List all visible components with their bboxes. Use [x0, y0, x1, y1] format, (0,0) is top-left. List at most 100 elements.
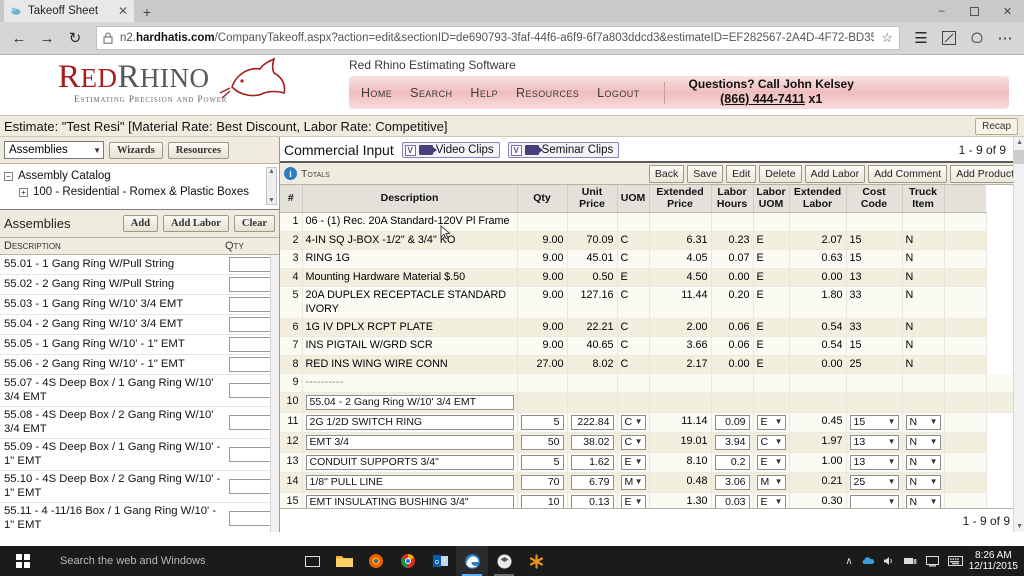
- nav-item-help[interactable]: Help: [470, 86, 498, 100]
- minimize-icon[interactable]: –: [925, 0, 958, 22]
- network-icon[interactable]: [904, 556, 917, 567]
- tree-node-residential[interactable]: + 100 - Residential - Romex & Plastic Bo…: [4, 184, 279, 200]
- table-row[interactable]: 7INS PIGTAIL W/GRD SCR9.0040.65C3.660.06…: [280, 337, 1024, 355]
- assembly-list-item[interactable]: 55.03 - 1 Gang Ring W/10' 3/4 EMT: [0, 295, 279, 315]
- text-input[interactable]: 0.2: [715, 455, 750, 470]
- share-icon[interactable]: [964, 25, 990, 51]
- table-row[interactable]: 9----------: [280, 374, 1024, 393]
- table-row[interactable]: 106 - (1) Rec. 20A Standard-120V Pl Fram…: [280, 213, 1024, 231]
- text-input[interactable]: 0.13: [571, 495, 614, 508]
- back-button[interactable]: Back: [649, 165, 684, 183]
- back-icon[interactable]: ←: [6, 25, 32, 51]
- table-row[interactable]: 1055.04 - 2 Gang Ring W/10' 3/4 EMT: [280, 392, 1024, 412]
- action-center-icon[interactable]: [926, 556, 939, 567]
- text-input[interactable]: 5: [521, 415, 564, 430]
- assembly-qty-input[interactable]: [229, 277, 271, 292]
- table-row[interactable]: 15EMT INSULATING BUSHING 3/4"100.13E▼1.3…: [280, 492, 1024, 508]
- task-view-icon[interactable]: [296, 546, 328, 576]
- delete-button[interactable]: Delete: [759, 165, 801, 183]
- resources-button[interactable]: Resources: [168, 142, 229, 159]
- dropdown-select[interactable]: N▼: [906, 415, 941, 430]
- assembly-list-item[interactable]: 55.02 - 2 Gang Ring W/Pull String: [0, 275, 279, 295]
- assembly-qty-input[interactable]: [229, 511, 271, 526]
- keyboard-icon[interactable]: [948, 556, 963, 566]
- add-comment-button[interactable]: Add Comment: [868, 165, 947, 183]
- close-window-icon[interactable]: ✕: [991, 0, 1024, 22]
- dropdown-select[interactable]: N▼: [906, 495, 941, 508]
- address-bar[interactable]: n2.hardhatis.com/CompanyTakeoff.aspx?act…: [96, 26, 900, 50]
- tree-scrollbar[interactable]: ▲ ▼: [266, 167, 277, 205]
- assemblies-scrollbar[interactable]: [270, 255, 279, 532]
- assembly-list-item[interactable]: 55.04 - 2 Gang Ring W/10' 3/4 EMT: [0, 315, 279, 335]
- text-input[interactable]: 70: [521, 475, 564, 490]
- show-hidden-icons[interactable]: ∧: [845, 556, 852, 567]
- text-input[interactable]: 2G 1/2D SWITCH RING: [306, 415, 514, 430]
- dropdown-select[interactable]: M▼: [757, 475, 786, 490]
- assembly-qty-input[interactable]: [229, 317, 271, 332]
- table-row[interactable]: 4Mounting Hardware Material $.509.000.50…: [280, 268, 1024, 286]
- reading-list-icon[interactable]: ☰: [908, 25, 934, 51]
- collapse-icon[interactable]: −: [4, 172, 13, 181]
- dropdown-select[interactable]: 25▼: [850, 475, 899, 490]
- dropdown-select[interactable]: N▼: [906, 475, 941, 490]
- scrollbar-thumb[interactable]: [1013, 150, 1024, 164]
- text-input[interactable]: 222.84: [571, 415, 614, 430]
- dropdown-select[interactable]: N▼: [906, 455, 941, 470]
- favorite-star-icon[interactable]: ☆: [881, 30, 893, 46]
- add-labor-button[interactable]: Add Labor: [163, 215, 229, 232]
- forward-icon[interactable]: →: [34, 25, 60, 51]
- expand-icon[interactable]: +: [19, 188, 28, 197]
- text-input[interactable]: 0.03: [715, 495, 750, 508]
- dropdown-select[interactable]: C▼: [621, 415, 646, 430]
- assembly-qty-input[interactable]: [229, 447, 271, 462]
- dropdown-select[interactable]: M▼: [621, 475, 646, 490]
- dropbox-icon[interactable]: [488, 546, 520, 576]
- assembly-qty-input[interactable]: [229, 479, 271, 494]
- volume-icon[interactable]: [883, 555, 895, 567]
- text-input[interactable]: EMT 3/4: [306, 435, 514, 450]
- text-input[interactable]: 0.09: [715, 415, 750, 430]
- web-note-icon[interactable]: [936, 25, 962, 51]
- contact-phone[interactable]: (866) 444-7411 x1: [689, 92, 854, 108]
- table-row[interactable]: 112G 1/2D SWITCH RING5222.84C▼11.140.09E…: [280, 412, 1024, 432]
- reload-icon[interactable]: ↻: [62, 25, 88, 51]
- dropdown-select[interactable]: 13▼: [850, 455, 899, 470]
- table-row[interactable]: 13CONDUIT SUPPORTS 3/4"51.62E▼8.100.2E▼1…: [280, 452, 1024, 472]
- seminar-clips-button[interactable]: V Seminar Clips: [508, 142, 620, 158]
- onedrive-icon[interactable]: [862, 555, 874, 567]
- info-icon[interactable]: i: [284, 167, 297, 180]
- app-icon[interactable]: [520, 546, 552, 576]
- assembly-list-item[interactable]: 55.09 - 4S Deep Box / 1 Gang Ring W/10' …: [0, 439, 279, 471]
- assembly-list-item[interactable]: 55.08 - 4S Deep Box / 2 Gang Ring W/10' …: [0, 407, 279, 439]
- text-input[interactable]: 3.94: [715, 435, 750, 450]
- table-row[interactable]: 3RING 1G9.0045.01C4.050.07E0.6315N: [280, 250, 1024, 268]
- table-row[interactable]: 61G IV DPLX RCPT PLATE9.0022.21C2.000.06…: [280, 319, 1024, 337]
- nav-item-logout[interactable]: Logout: [597, 86, 639, 100]
- text-input[interactable]: 1.62: [571, 455, 614, 470]
- video-clips-button[interactable]: V Video Clips: [402, 142, 500, 158]
- assembly-header-input[interactable]: 55.04 - 2 Gang Ring W/10' 3/4 EMT: [306, 395, 514, 410]
- text-input[interactable]: 5: [521, 455, 564, 470]
- browser-tab[interactable]: Takeoff Sheet ✕: [4, 0, 134, 22]
- assembly-list-item[interactable]: 55.11 - 4 -11/16 Box / 1 Gang Ring W/10'…: [0, 503, 279, 532]
- dropdown-select[interactable]: 13▼: [850, 435, 899, 450]
- edit-button[interactable]: Edit: [726, 165, 756, 183]
- table-row[interactable]: 12EMT 3/45038.02C▼19.013.94C▼1.9713▼N▼: [280, 432, 1024, 452]
- assembly-list-item[interactable]: 55.06 - 2 Gang Ring W/10' - 1" EMT: [0, 355, 279, 375]
- recap-button[interactable]: Recap: [975, 118, 1018, 135]
- dropdown-select[interactable]: C▼: [621, 435, 646, 450]
- new-tab-button[interactable]: +: [134, 2, 160, 22]
- dropdown-select[interactable]: E▼: [621, 495, 646, 508]
- wizards-button[interactable]: Wizards: [109, 142, 163, 159]
- assembly-qty-input[interactable]: [229, 415, 271, 430]
- assembly-list-item[interactable]: 55.10 - 4S Deep Box / 2 Gang Ring W/10' …: [0, 471, 279, 503]
- close-tab-icon[interactable]: ✕: [118, 5, 128, 17]
- dropdown-select[interactable]: 15▼: [850, 415, 899, 430]
- text-input[interactable]: 1/8" PULL LINE: [306, 475, 514, 490]
- add-button[interactable]: Add: [123, 215, 158, 232]
- text-input[interactable]: 3.06: [715, 475, 750, 490]
- nav-item-search[interactable]: Search: [410, 86, 452, 100]
- text-input[interactable]: 38.02: [571, 435, 614, 450]
- catalog-type-select[interactable]: Assemblies ▼: [4, 141, 104, 159]
- assembly-qty-input[interactable]: [229, 357, 271, 372]
